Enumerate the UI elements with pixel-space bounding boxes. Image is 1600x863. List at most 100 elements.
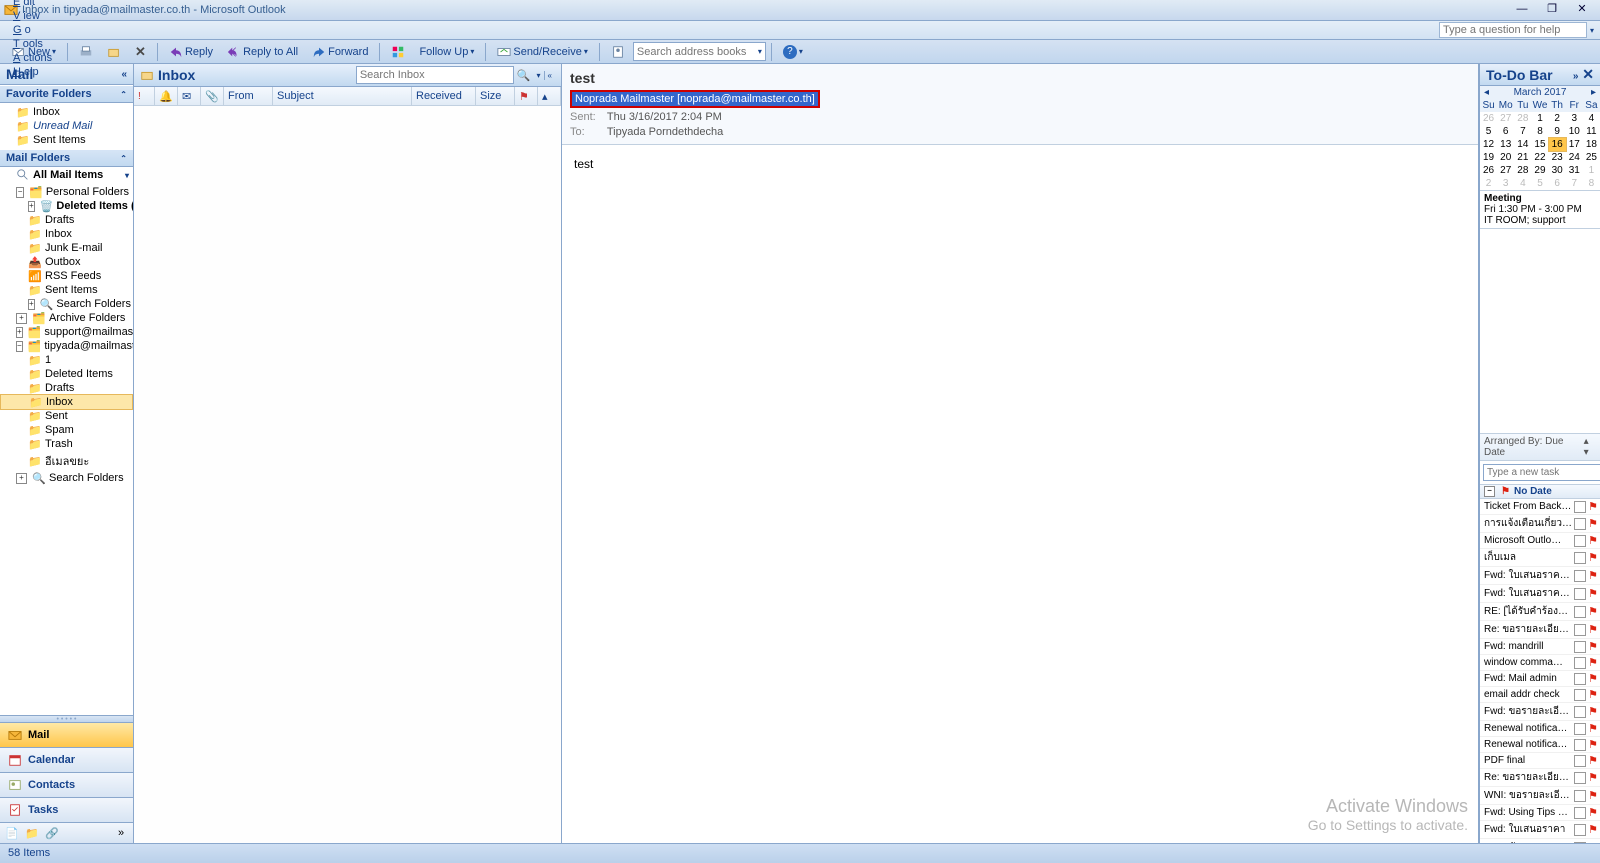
calendar-day[interactable]: 31 [1566,164,1583,177]
folder-item[interactable]: 📁Sent Items [0,283,133,297]
task-checkbox[interactable] [1574,588,1586,600]
flag-icon[interactable]: ⚑ [1588,841,1598,843]
mail-nav-button[interactable]: Mail [0,722,133,747]
reading-body[interactable]: test Activate Windows Go to Settings to … [562,145,1478,843]
contacts-nav-button[interactable]: Contacts [0,772,133,797]
task-checkbox[interactable] [1574,570,1586,582]
search-inbox-input[interactable] [356,66,514,84]
task-item[interactable]: Re: ขอรายละเอียด…⚑ [1480,621,1600,639]
task-item[interactable]: Microsoft Outlo…⚑ [1480,533,1600,549]
flag-icon[interactable]: ⚑ [1588,705,1598,718]
send-receive-button[interactable]: Send/Receive▾ [491,42,594,62]
attachment-col[interactable]: 📎 [201,87,224,105]
calendar-day[interactable]: 12 [1480,138,1497,151]
folder-item[interactable]: 📁Inbox [0,394,133,410]
task-item[interactable]: PDF final⚑ [1480,753,1600,769]
fav-unread-mail[interactable]: 📁Unread Mail [0,119,133,133]
flag-icon[interactable]: ⚑ [1588,771,1598,784]
menu-actions[interactable]: Actions [6,51,59,65]
notes-mini-icon[interactable]: 📄 [4,826,20,840]
task-item[interactable]: การแจ้งเตือนเกี่ยวก…⚑ [1480,515,1600,533]
task-item[interactable]: Fwd: ใบเสนอราค…⚑ [1480,585,1600,603]
folder-item[interactable]: 📤Outbox [0,255,133,269]
calendar-day[interactable]: 21 [1514,151,1531,164]
splitter[interactable]: • • • • • [0,715,133,722]
menu-go[interactable]: Go [6,23,59,37]
calendar-day[interactable]: 3 [1566,112,1583,125]
flag-col[interactable]: ⚑ [515,87,538,105]
move-button[interactable] [101,42,127,62]
from-col[interactable]: From [224,87,273,105]
calendar-day[interactable]: 22 [1531,151,1548,164]
all-mail-items[interactable]: All Mail Items▾ [0,167,133,183]
fav-sent-items[interactable]: 📁Sent Items [0,133,133,147]
fav-inbox[interactable]: 📁Inbox [0,105,133,119]
flag-icon[interactable]: ⚑ [1588,640,1598,653]
calendar-day[interactable]: 11 [1583,125,1600,138]
calendar-nav-button[interactable]: Calendar [0,747,133,772]
date-navigator[interactable]: ◂March 2017▸ SuMoTuWeThFrSa 262728123456… [1480,86,1600,191]
task-item[interactable]: Renewal notifica…⚑ [1480,721,1600,737]
task-item[interactable]: RE: [ได้รับคำร้องข…⚑ [1480,603,1600,621]
folder-item[interactable]: 📁Drafts [0,213,133,227]
address-search-box[interactable]: ▾ [633,42,766,61]
configure-buttons-icon[interactable]: » [113,826,129,840]
forward-button[interactable]: Forward [306,42,374,62]
menu-view[interactable]: View [6,9,59,23]
message-list-body[interactable] [134,106,561,843]
flag-icon[interactable]: ⚑ [1588,806,1598,819]
subject-col[interactable]: Subject [273,87,412,105]
expand-icon[interactable]: − [16,341,23,352]
help-search-input[interactable] [1439,22,1587,38]
calendar-day[interactable]: 14 [1514,138,1531,151]
calendar-day[interactable]: 27 [1497,112,1514,125]
received-col[interactable]: Received [412,87,476,105]
todo-close-icon[interactable]: ✕ [1582,66,1594,82]
folder-item[interactable]: 📁Junk E-mail [0,241,133,255]
next-appointment[interactable]: Meeting Fri 1:30 PM - 3:00 PM IT ROOM; s… [1480,191,1600,229]
task-item[interactable]: ตอบกลับ: ขอรายล…⚑ [1480,839,1600,843]
scroll-up[interactable]: ▴ [538,87,561,105]
reading-from[interactable]: Noprada Mailmaster [noprada@mailmaster.c… [570,90,820,108]
maximize-button[interactable]: ❐ [1538,0,1566,17]
minimize-button[interactable]: — [1508,0,1536,17]
task-checkbox[interactable] [1574,606,1586,618]
task-checkbox[interactable] [1574,535,1586,547]
calendar-day[interactable]: 4 [1583,112,1600,125]
task-checkbox[interactable] [1574,501,1586,513]
calendar-day[interactable]: 23 [1549,151,1566,164]
expand-icon[interactable]: + [16,327,23,338]
task-checkbox[interactable] [1574,723,1586,735]
prev-month-icon[interactable]: ◂ [1484,87,1489,98]
find-contact-button[interactable] [605,42,631,62]
flag-icon[interactable]: ⚑ [1588,672,1598,685]
folder-item[interactable]: +🗂️support@mailmaster.co… [0,325,133,339]
calendar-day[interactable]: 4 [1514,177,1531,190]
folder-item[interactable]: +🗂️Archive Folders [0,311,133,325]
arranged-by-header[interactable]: Arranged By: Due Date▴ ▾ [1480,434,1600,461]
task-checkbox[interactable] [1574,624,1586,636]
calendar-day[interactable]: 13 [1497,138,1514,151]
task-checkbox[interactable] [1574,739,1586,751]
task-item[interactable]: Fwd: ขอรายละเอี…⚑ [1480,703,1600,721]
folder-item[interactable]: 📁Inbox [0,227,133,241]
calendar-day[interactable]: 29 [1531,164,1548,177]
reminder-col[interactable]: 🔔 [155,87,178,105]
calendar-day[interactable]: 28 [1514,164,1531,177]
task-item[interactable]: Ticket From Back…⚑ [1480,499,1600,515]
task-item[interactable]: window comma…⚑ [1480,655,1600,671]
expand-icon[interactable]: + [28,299,35,310]
task-checkbox[interactable] [1574,518,1586,530]
task-checkbox[interactable] [1574,842,1586,843]
flag-icon[interactable]: ⚑ [1588,500,1598,513]
calendar-day[interactable]: 18 [1583,138,1600,151]
collapse-icon[interactable]: « [121,69,127,80]
task-checkbox[interactable] [1574,552,1586,564]
folder-item[interactable]: 📁Trash [0,437,133,451]
search-icon[interactable]: 🔍 [514,69,534,82]
todo-expand-icon[interactable]: » [1573,71,1579,82]
calendar-day[interactable]: 2 [1480,177,1497,190]
folder-item[interactable]: 📁Spam [0,423,133,437]
task-checkbox[interactable] [1574,673,1586,685]
flag-icon[interactable]: ⚑ [1588,534,1598,547]
